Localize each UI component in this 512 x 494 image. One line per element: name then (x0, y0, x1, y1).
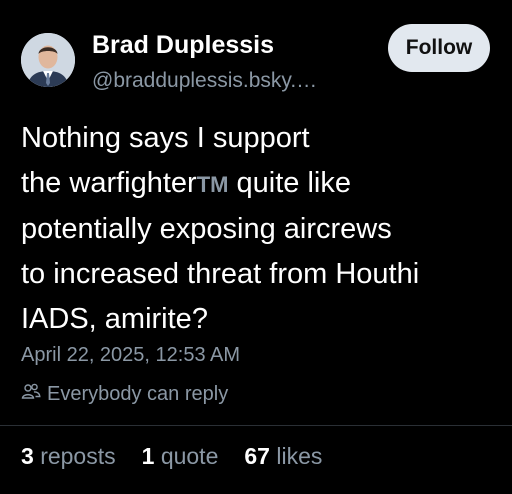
avatar[interactable] (21, 33, 75, 87)
post-text-fragment: the warfighter (21, 167, 197, 199)
reposts-label: reposts (40, 443, 116, 469)
post-line: the warfighterTM quite like (21, 161, 501, 207)
reposts-stat[interactable]: 3 reposts (21, 443, 116, 470)
likes-label: likes (276, 443, 323, 469)
post-line: IADS, amirite? (21, 303, 208, 335)
post-text-fragment: quite like (228, 167, 351, 199)
likes-count: 67 (244, 443, 270, 469)
reply-setting[interactable]: Everybody can reply (21, 380, 228, 408)
people-icon (21, 382, 41, 406)
display-name[interactable]: Brad Duplessis (92, 30, 274, 60)
post-card: Brad Duplessis @bradduplessis.bsky.… Fol… (0, 0, 512, 494)
avatar-photo (21, 33, 75, 87)
follow-button[interactable]: Follow (388, 24, 490, 72)
post-text: Nothing says I support the warfighterTM … (21, 116, 501, 342)
reposts-count: 3 (21, 443, 34, 469)
engagement-stats: 3 reposts 1 quote 67 likes (21, 443, 322, 473)
quote-stat[interactable]: 1 quote (142, 443, 219, 470)
post-line: to increased threat from Houthi (21, 258, 420, 290)
quote-count: 1 (141, 443, 155, 469)
author-handle[interactable]: @bradduplessis.bsky.… (92, 68, 317, 94)
divider (0, 425, 512, 426)
post-line: potentially exposing aircrews (21, 213, 392, 245)
trademark-mark: TM (196, 172, 229, 197)
quote-label: quote (160, 443, 219, 469)
likes-stat[interactable]: 67 likes (244, 443, 322, 470)
reply-setting-label: Everybody can reply (47, 382, 229, 405)
post-timestamp: April 22, 2025, 12:53 AM (21, 344, 241, 366)
post-line: Nothing says I support (21, 122, 310, 154)
